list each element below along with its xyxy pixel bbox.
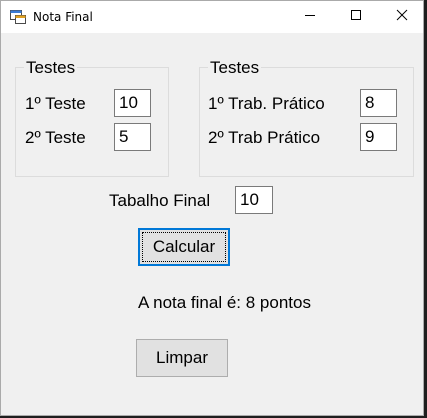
groupbox-right-title: Testes [208, 58, 262, 78]
result-text: A nota final é: 8 pontos [138, 293, 311, 312]
practical2-label: 2º Trab Prático [208, 128, 321, 147]
calculate-button[interactable]: Calcular [138, 228, 230, 266]
final-work-label: Tabalho Final [109, 191, 211, 210]
test1-input[interactable] [114, 89, 151, 117]
minimize-button[interactable] [287, 1, 333, 33]
practical1-label: 1º Trab. Prático [208, 94, 325, 113]
focus-ring [142, 232, 226, 262]
test2-input[interactable] [114, 123, 151, 151]
close-icon [396, 8, 408, 26]
title-bar[interactable]: Nota Final [1, 1, 423, 33]
practical2-input[interactable] [360, 123, 397, 151]
test1-label: 1º Teste [25, 94, 86, 113]
test2-label: 2º Teste [25, 128, 86, 147]
tests-groupbox-right: Testes [199, 58, 414, 177]
final-work-input[interactable] [235, 186, 273, 214]
minimize-icon [304, 8, 316, 26]
main-window: Nota Final Testes 1º Teste 2º Teste Test… [0, 0, 424, 416]
tests-groupbox-left: Testes [15, 58, 169, 177]
app-window-icon [10, 10, 26, 24]
groupbox-left-title: Testes [24, 58, 78, 78]
clear-button[interactable]: Limpar [136, 339, 228, 377]
maximize-icon [350, 8, 362, 26]
window-title: Nota Final [33, 10, 93, 24]
maximize-button[interactable] [333, 1, 379, 33]
practical1-input[interactable] [360, 89, 397, 117]
clear-button-label: Limpar [156, 348, 208, 367]
close-button[interactable] [379, 1, 425, 33]
